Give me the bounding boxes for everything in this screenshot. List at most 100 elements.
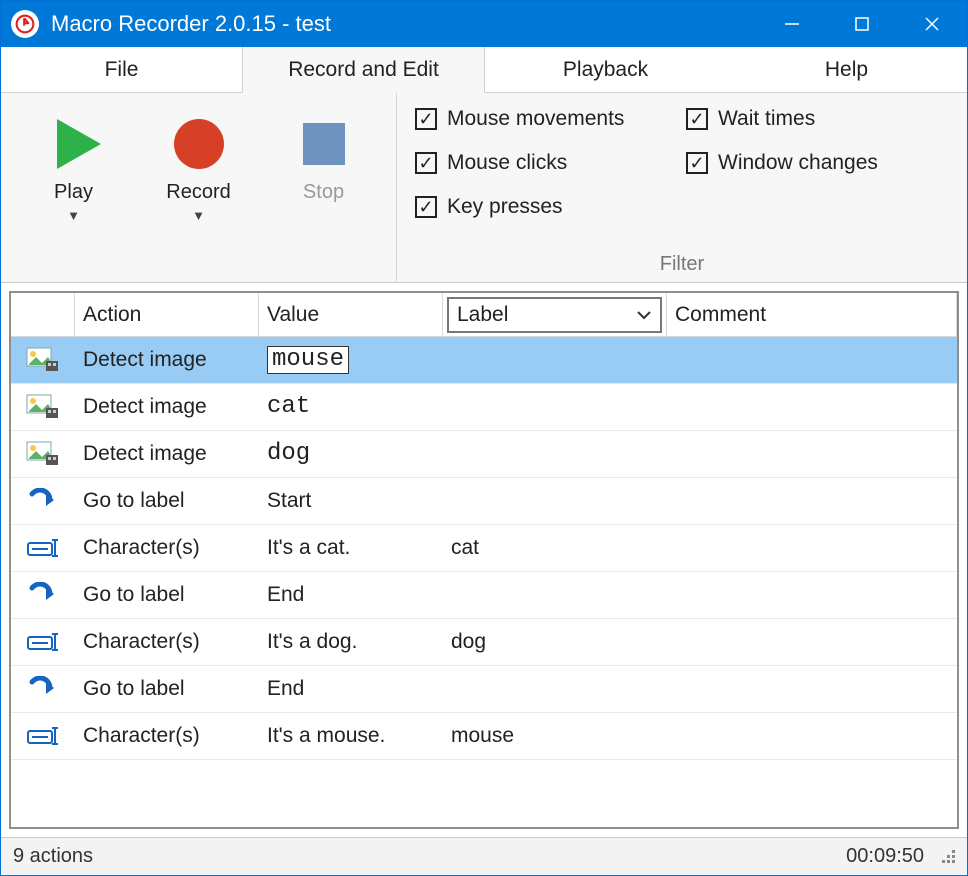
tab-file[interactable]: File [1, 47, 242, 92]
label-dropdown-text: Label [457, 303, 508, 327]
tab-help[interactable]: Help [726, 47, 967, 92]
header-action[interactable]: Action [75, 293, 259, 337]
cell-value: mouse [259, 337, 443, 383]
checkbox-icon: ✓ [686, 152, 708, 174]
label-dropdown[interactable]: Label [447, 297, 662, 333]
grid-header: Action Value Label Comment [11, 293, 957, 337]
table-row[interactable]: Detect imagecat [11, 384, 957, 431]
chevron-down-icon [636, 307, 652, 323]
record-icon [174, 119, 224, 169]
table-row[interactable]: Go to labelEnd [11, 666, 957, 713]
characters-icon [11, 525, 75, 571]
header-icon[interactable] [11, 293, 75, 337]
goto-icon [11, 666, 75, 712]
play-icon [57, 119, 101, 169]
checkbox-icon: ✓ [686, 108, 708, 130]
filter-group-caption: Filter [397, 253, 967, 276]
chevron-down-icon[interactable]: ▼ [136, 208, 261, 223]
table-row[interactable]: Go to labelStart [11, 478, 957, 525]
maximize-button[interactable] [827, 1, 897, 47]
filter-key-presses[interactable]: ✓ Key presses [415, 195, 676, 219]
filter-mouse-clicks[interactable]: ✓ Mouse clicks [415, 151, 676, 175]
cell-action: Character(s) [75, 525, 259, 571]
filter-label: Mouse clicks [447, 151, 567, 175]
cell-value: It's a cat. [259, 525, 443, 571]
status-time: 00:09:50 [846, 845, 924, 868]
ribbon: Play ▼ Record ▼ Stop ✓ Mouse movements ✓… [1, 93, 967, 283]
actions-grid: Action Value Label Comment Detect imagem… [9, 291, 959, 829]
cell-label [443, 337, 667, 383]
cell-action: Go to label [75, 478, 259, 524]
cell-action: Go to label [75, 666, 259, 712]
ribbon-group-controls: Play ▼ Record ▼ Stop [1, 93, 397, 282]
filter-label: Mouse movements [447, 107, 624, 131]
cell-label: cat [443, 525, 667, 571]
stop-icon [303, 123, 345, 165]
table-row[interactable]: Go to labelEnd [11, 572, 957, 619]
cell-value: cat [259, 384, 443, 430]
cell-action: Character(s) [75, 619, 259, 665]
play-label: Play [11, 181, 136, 204]
header-comment[interactable]: Comment [667, 293, 957, 337]
cell-label [443, 431, 667, 477]
record-button[interactable]: Record ▼ [136, 109, 261, 223]
cell-comment [667, 337, 957, 383]
cell-label: dog [443, 619, 667, 665]
table-row[interactable]: Detect imagemouse [11, 337, 957, 384]
titlebar: Macro Recorder 2.0.15 - test [1, 1, 967, 47]
cell-label [443, 384, 667, 430]
stop-label: Stop [261, 181, 386, 204]
cell-value: End [259, 572, 443, 618]
status-bar: 9 actions 00:09:50 [1, 837, 967, 875]
cell-action: Go to label [75, 572, 259, 618]
cell-comment [667, 572, 957, 618]
filter-label: Window changes [718, 151, 878, 175]
ribbon-group-filter: ✓ Mouse movements ✓ Wait times ✓ Mouse c… [397, 93, 967, 282]
detect-image-icon [11, 431, 75, 477]
filter-wait-times[interactable]: ✓ Wait times [686, 107, 947, 131]
characters-icon [11, 713, 75, 759]
filter-mouse-movements[interactable]: ✓ Mouse movements [415, 107, 676, 131]
header-label[interactable]: Label [443, 293, 667, 337]
play-button[interactable]: Play ▼ [11, 109, 136, 223]
header-value[interactable]: Value [259, 293, 443, 337]
filter-window-changes[interactable]: ✓ Window changes [686, 151, 947, 175]
cell-comment [667, 431, 957, 477]
cell-comment [667, 619, 957, 665]
checkbox-icon: ✓ [415, 152, 437, 174]
tab-record-and-edit[interactable]: Record and Edit [242, 47, 485, 93]
table-row[interactable]: Character(s)It's a mouse.mouse [11, 713, 957, 760]
grid-body[interactable]: Detect imagemouseDetect imagecatDetect i… [11, 337, 957, 827]
cell-action: Character(s) [75, 713, 259, 759]
detect-image-icon [11, 337, 75, 383]
checkbox-icon: ✓ [415, 108, 437, 130]
table-row[interactable]: Character(s)It's a dog.dog [11, 619, 957, 666]
grid-container: Action Value Label Comment Detect imagem… [1, 283, 967, 837]
cell-value: It's a mouse. [259, 713, 443, 759]
goto-icon [11, 572, 75, 618]
menu-tabs: File Record and Edit Playback Help [1, 47, 967, 93]
cell-comment [667, 666, 957, 712]
goto-icon [11, 478, 75, 524]
characters-icon [11, 619, 75, 665]
cell-action: Detect image [75, 431, 259, 477]
table-row[interactable]: Detect imagedog [11, 431, 957, 478]
cell-label: mouse [443, 713, 667, 759]
cell-label [443, 478, 667, 524]
cell-value: dog [259, 431, 443, 477]
resize-grip[interactable] [942, 850, 955, 863]
window-title: Macro Recorder 2.0.15 - test [51, 11, 331, 37]
filter-label: Key presses [447, 195, 563, 219]
tab-playback[interactable]: Playback [485, 47, 726, 92]
close-button[interactable] [897, 1, 967, 47]
stop-button[interactable]: Stop [261, 109, 386, 204]
table-row[interactable]: Character(s)It's a cat.cat [11, 525, 957, 572]
cell-comment [667, 478, 957, 524]
chevron-down-icon[interactable]: ▼ [11, 208, 136, 223]
detect-image-icon [11, 384, 75, 430]
cell-comment [667, 384, 957, 430]
checkbox-icon: ✓ [415, 196, 437, 218]
minimize-button[interactable] [757, 1, 827, 47]
cell-comment [667, 713, 957, 759]
cell-value: It's a dog. [259, 619, 443, 665]
